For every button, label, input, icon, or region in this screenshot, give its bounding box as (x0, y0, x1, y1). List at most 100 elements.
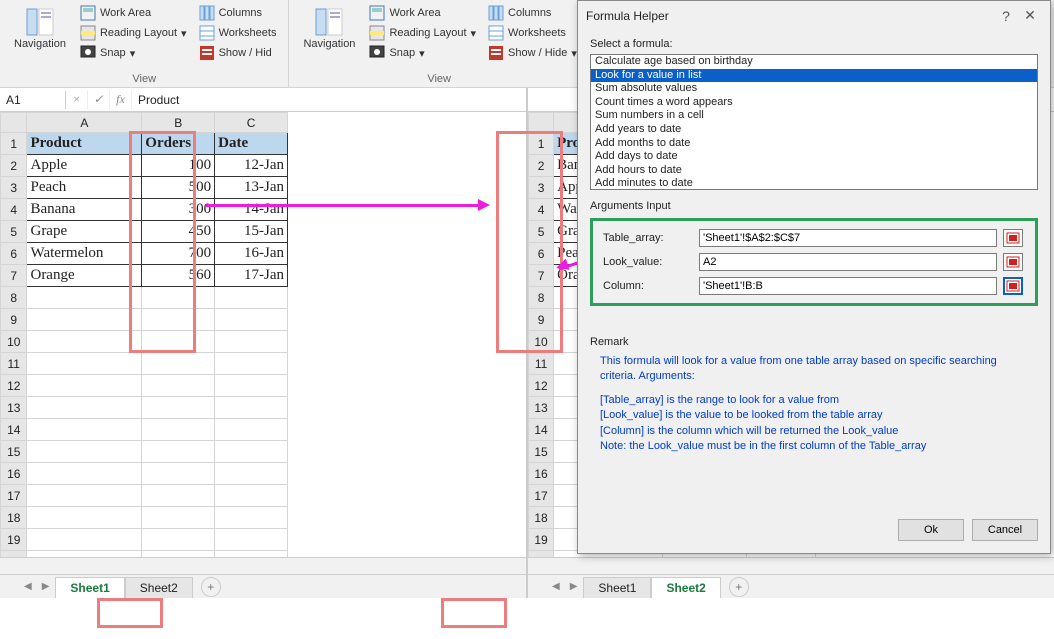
tab-nav-prev-icon[interactable]: ◀ (20, 581, 36, 592)
cell[interactable]: Orange (27, 265, 142, 287)
cell[interactable]: 16-Jan (215, 243, 288, 265)
cell[interactable]: 14-Jan (215, 199, 288, 221)
cell[interactable] (27, 419, 142, 441)
worksheets-button-2[interactable]: Worksheets (486, 24, 579, 42)
cell[interactable] (215, 309, 288, 331)
row-header[interactable]: 12 (1, 375, 27, 397)
cell[interactable] (215, 463, 288, 485)
row-header[interactable]: 7 (529, 265, 554, 287)
row-header[interactable]: 8 (529, 287, 554, 309)
formula-list-item[interactable]: Add months to date (591, 137, 1037, 151)
row-header[interactable]: 3 (529, 177, 554, 199)
row-header[interactable]: 2 (1, 155, 27, 177)
cell[interactable] (142, 309, 215, 331)
column-header[interactable]: A (27, 113, 142, 133)
cell[interactable] (215, 331, 288, 353)
cell[interactable]: 100 (142, 155, 215, 177)
row-header[interactable]: 11 (1, 353, 27, 375)
formula-list-item[interactable]: Look for a value in list (591, 69, 1037, 83)
row-header[interactable]: 3 (1, 177, 27, 199)
cell[interactable] (142, 353, 215, 375)
row-header[interactable]: 14 (529, 419, 554, 441)
formula-list-item[interactable]: Sum numbers in a cell (591, 109, 1037, 123)
cell[interactable] (27, 375, 142, 397)
select-all-corner[interactable] (529, 113, 554, 133)
snap-button-2[interactable]: Snap ▾ (367, 44, 478, 62)
cell[interactable]: 12-Jan (215, 155, 288, 177)
formula-list-item[interactable]: Add hours to date (591, 164, 1037, 178)
cell[interactable] (142, 441, 215, 463)
cell[interactable] (142, 529, 215, 551)
cell[interactable] (215, 507, 288, 529)
cell[interactable] (142, 331, 215, 353)
cell[interactable]: 17-Jan (215, 265, 288, 287)
close-button[interactable]: ✕ (1018, 7, 1042, 24)
work-area-button[interactable]: Work Area (78, 4, 189, 22)
select-all-corner[interactable] (1, 113, 27, 133)
cell[interactable] (27, 529, 142, 551)
cell[interactable]: 700 (142, 243, 215, 265)
row-header[interactable]: 7 (1, 265, 27, 287)
reading-layout-button[interactable]: Reading Layout ▾ (78, 24, 189, 42)
cell[interactable] (27, 397, 142, 419)
columns-button-2[interactable]: Columns (486, 4, 579, 22)
cell[interactable]: Orders (142, 133, 215, 155)
add-sheet-button[interactable]: + (201, 577, 221, 597)
cell[interactable] (215, 551, 288, 558)
formula-list-item[interactable]: Add days to date (591, 150, 1037, 164)
row-header[interactable]: 10 (1, 331, 27, 353)
tab-nav-prev-icon-2[interactable]: ◀ (548, 581, 564, 592)
snap-button[interactable]: Snap ▾ (78, 44, 189, 62)
column-header[interactable]: C (215, 113, 288, 133)
scrollbar-h-left[interactable] (0, 557, 526, 574)
reading-layout-button-2[interactable]: Reading Layout ▾ (367, 24, 478, 42)
column-input[interactable] (699, 277, 997, 295)
row-header[interactable]: 1 (529, 133, 554, 155)
row-header[interactable]: 15 (529, 441, 554, 463)
cell[interactable]: Date (215, 133, 288, 155)
cell[interactable] (215, 397, 288, 419)
cell[interactable] (215, 485, 288, 507)
cell[interactable]: Product (27, 133, 142, 155)
row-header[interactable]: 19 (529, 529, 554, 551)
row-header[interactable]: 9 (1, 309, 27, 331)
cell[interactable]: Grape (27, 221, 142, 243)
row-header[interactable]: 11 (529, 353, 554, 375)
cancel-formula-icon[interactable]: × (66, 90, 88, 109)
cell[interactable]: 13-Jan (215, 177, 288, 199)
dialog-titlebar[interactable]: Formula Helper ? ✕ (578, 1, 1050, 30)
row-header[interactable]: 18 (1, 507, 27, 529)
sheet-tab[interactable]: Sheet2 (125, 577, 193, 599)
row-header[interactable]: 12 (529, 375, 554, 397)
cell[interactable] (215, 529, 288, 551)
cell[interactable]: Peach (27, 177, 142, 199)
row-header[interactable]: 5 (1, 221, 27, 243)
look-value-ref-button[interactable] (1003, 253, 1023, 271)
cell[interactable]: Watermelon (27, 243, 142, 265)
cell[interactable] (215, 441, 288, 463)
row-header[interactable]: 16 (1, 463, 27, 485)
cell[interactable] (27, 463, 142, 485)
row-header[interactable]: 10 (529, 331, 554, 353)
sheet-tab[interactable]: Sheet2 (651, 577, 720, 599)
row-header[interactable]: 17 (529, 485, 554, 507)
show-hide-button[interactable]: Show / Hid (197, 44, 279, 62)
sheet-tab[interactable]: Sheet1 (583, 577, 651, 599)
row-header[interactable]: 20 (1, 551, 27, 558)
row-header[interactable]: 20 (529, 551, 554, 558)
cell[interactable] (27, 441, 142, 463)
formula-list-item[interactable]: Count times a word appears (591, 96, 1037, 110)
row-header[interactable]: 4 (529, 199, 554, 221)
cell[interactable]: Apple (27, 155, 142, 177)
cell[interactable] (215, 419, 288, 441)
cell[interactable] (142, 507, 215, 529)
cell[interactable] (27, 309, 142, 331)
formula-list-item[interactable]: Calculate age based on birthday (591, 55, 1037, 69)
help-button[interactable]: ? (994, 8, 1018, 24)
formula-list-item[interactable]: Add minutes to date (591, 177, 1037, 190)
formula-listbox[interactable]: Calculate age based on birthdayLook for … (590, 54, 1038, 190)
add-sheet-button-2[interactable]: + (729, 577, 749, 597)
table-array-ref-button[interactable] (1003, 229, 1023, 247)
row-header[interactable]: 6 (1, 243, 27, 265)
sheet-tab[interactable]: Sheet1 (55, 577, 124, 599)
